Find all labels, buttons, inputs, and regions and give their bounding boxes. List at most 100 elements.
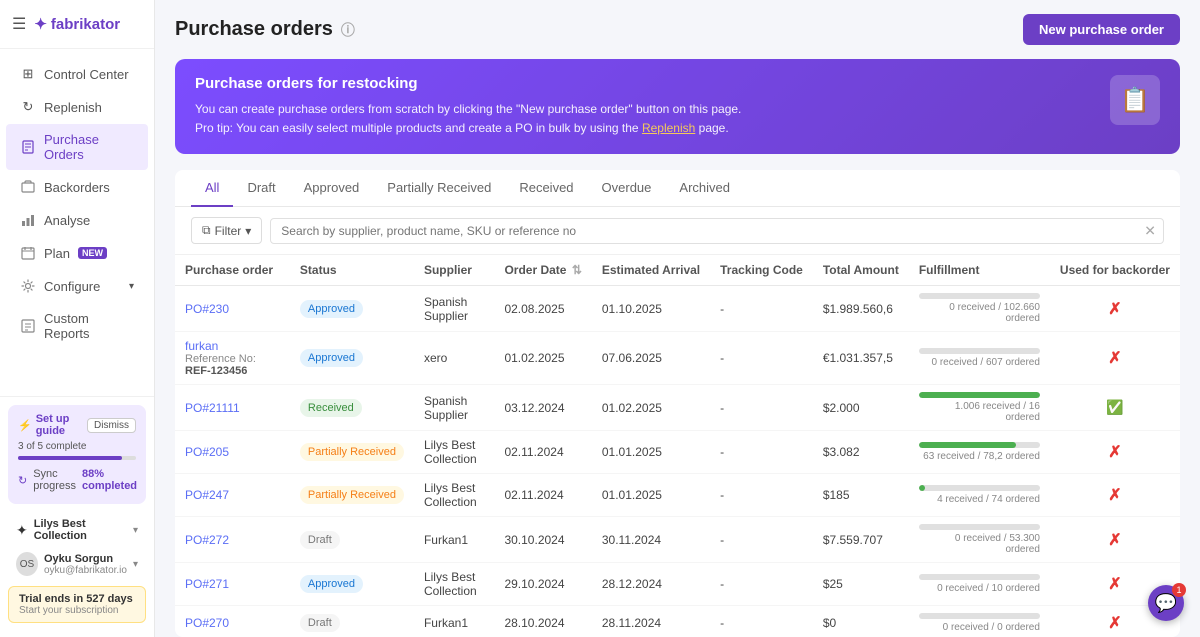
po-link[interactable]: furkan [185,339,218,353]
tab-archived[interactable]: Archived [665,170,744,207]
backorder-x-icon: ✗ [1108,487,1121,504]
dismiss-button[interactable]: Dismiss [87,418,136,433]
fulfillment-text: 4 received / 74 ordered [919,494,1040,505]
tab-approved[interactable]: Approved [290,170,374,207]
banner-title: Purchase orders for restocking [195,75,1110,92]
backorder-x-icon: ✗ [1108,615,1121,632]
cell-backorder: ✗ [1050,474,1180,517]
cell-backorder: ✗ [1050,332,1180,385]
po-link[interactable]: PO#21111 [185,401,240,415]
search-container: ✕ [270,218,1164,244]
po-link[interactable]: PO#272 [185,533,229,547]
chat-widget[interactable]: 💬 1 [1148,585,1184,621]
table-row: PO#205 Partially Received Lilys Best Col… [175,431,1180,474]
tabs: All Draft Approved Partially Received Re… [175,170,1180,207]
purchase-orders-icon [20,139,36,155]
backorders-icon [20,179,36,195]
col-purchase-order: Purchase order [175,255,290,286]
cell-supplier: Lilys Best Collection [414,431,494,474]
workspace-name: Lilys Best Collection [34,518,127,542]
setup-progress-fill [18,456,122,460]
cell-status: Approved [290,332,414,385]
user-row[interactable]: OS Oyku Sorgun oyku@fabrikator.io ▾ [8,548,146,580]
cell-total-amount: $3.082 [813,431,909,474]
sidebar-item-label: Replenish [44,100,102,115]
cell-status: Draft [290,517,414,563]
cell-po: PO#230 [175,286,290,332]
cell-order-date: 02.11.2024 [494,431,591,474]
backorder-check-icon: ✅ [1106,399,1123,415]
setup-progress-bar [18,456,136,460]
table-header-row: Purchase order Status Supplier Order Dat… [175,255,1180,286]
po-link[interactable]: PO#247 [185,488,229,502]
cell-order-date: 02.11.2024 [494,474,591,517]
user-email: oyku@fabrikator.io [44,565,127,576]
sidebar-item-purchase-orders[interactable]: Purchase Orders [6,124,148,170]
cell-estimated-arrival: 01.01.2025 [592,474,710,517]
search-clear-icon[interactable]: ✕ [1144,222,1156,239]
trial-cta: Start your subscription [19,605,135,616]
status-badge: Draft [300,614,340,632]
sidebar: ☰ ✦ fabrikator ⊞ Control Center ↻ Replen… [0,0,155,637]
sidebar-header: ☰ ✦ fabrikator [0,0,154,49]
table-row: PO#270 Draft Furkan1 28.10.2024 28.11.20… [175,606,1180,637]
sidebar-item-backorders[interactable]: Backorders [6,171,148,203]
status-badge: Approved [300,300,363,318]
tab-partially-received[interactable]: Partially Received [373,170,505,207]
cell-supplier: Furkan1 [414,606,494,637]
cell-fulfillment: 0 received / 53.300 ordered [909,517,1050,563]
cell-status: Draft [290,606,414,637]
filter-button[interactable]: ⧉ Filter ▾ [191,217,262,244]
cell-total-amount: $2.000 [813,385,909,431]
cell-po: PO#272 [175,517,290,563]
promo-banner: Purchase orders for restocking You can c… [175,59,1180,154]
replenish-link[interactable]: Replenish [642,121,695,135]
new-purchase-order-button[interactable]: New purchase order [1023,14,1180,45]
sidebar-item-custom-reports[interactable]: Custom Reports [6,303,148,349]
sidebar-bottom: ⚡ Set up guide Dismiss 3 of 5 complete ↻… [0,396,154,637]
tab-draft[interactable]: Draft [233,170,289,207]
sidebar-logo: ✦ fabrikator [34,15,120,33]
user-avatar: OS [16,552,38,576]
sidebar-item-configure[interactable]: Configure ▾ [6,270,148,302]
backorder-x-icon: ✗ [1108,576,1121,593]
cell-tracking-code: - [710,385,813,431]
tab-received[interactable]: Received [505,170,587,207]
po-link[interactable]: PO#271 [185,577,229,591]
cell-order-date: 02.08.2025 [494,286,591,332]
sidebar-item-replenish[interactable]: ↻ Replenish [6,91,148,123]
cell-tracking-code: - [710,286,813,332]
col-order-date[interactable]: Order Date ⇅ [494,255,591,286]
tab-all[interactable]: All [191,170,233,207]
cell-total-amount: $25 [813,563,909,606]
cell-estimated-arrival: 28.11.2024 [592,606,710,637]
hamburger-icon[interactable]: ☰ [12,14,26,34]
cell-po: PO#270 [175,606,290,637]
col-fulfillment: Fulfillment [909,255,1050,286]
cell-fulfillment: 1.006 received / 16 ordered [909,385,1050,431]
banner-content: Purchase orders for restocking You can c… [195,75,1110,138]
cell-tracking-code: - [710,563,813,606]
main-content: Purchase orders ⓘ New purchase order Pur… [155,0,1200,637]
cell-order-date: 28.10.2024 [494,606,591,637]
sidebar-item-control-center[interactable]: ⊞ Control Center [6,58,148,90]
search-input[interactable] [270,218,1164,244]
workspace-icon: ✦ [16,522,28,539]
configure-chevron: ▾ [129,281,134,292]
po-link[interactable]: PO#270 [185,616,229,630]
po-link[interactable]: PO#230 [185,302,229,316]
tab-overdue[interactable]: Overdue [588,170,666,207]
col-total-amount: Total Amount [813,255,909,286]
main-header: Purchase orders ⓘ New purchase order [155,0,1200,59]
po-link[interactable]: PO#205 [185,445,229,459]
table-row: PO#21111 Received Spanish Supplier 03.12… [175,385,1180,431]
sidebar-item-plan[interactable]: Plan NEW [6,237,148,269]
workspace-row[interactable]: ✦ Lilys Best Collection ▾ [8,512,146,548]
backorder-x-icon: ✗ [1108,444,1121,461]
cell-tracking-code: - [710,431,813,474]
sidebar-item-analyse[interactable]: Analyse [6,204,148,236]
cell-tracking-code: - [710,517,813,563]
col-status: Status [290,255,414,286]
backorder-x-icon: ✗ [1108,301,1121,318]
sync-row: ↻ Sync progress 88% completed [18,464,136,496]
